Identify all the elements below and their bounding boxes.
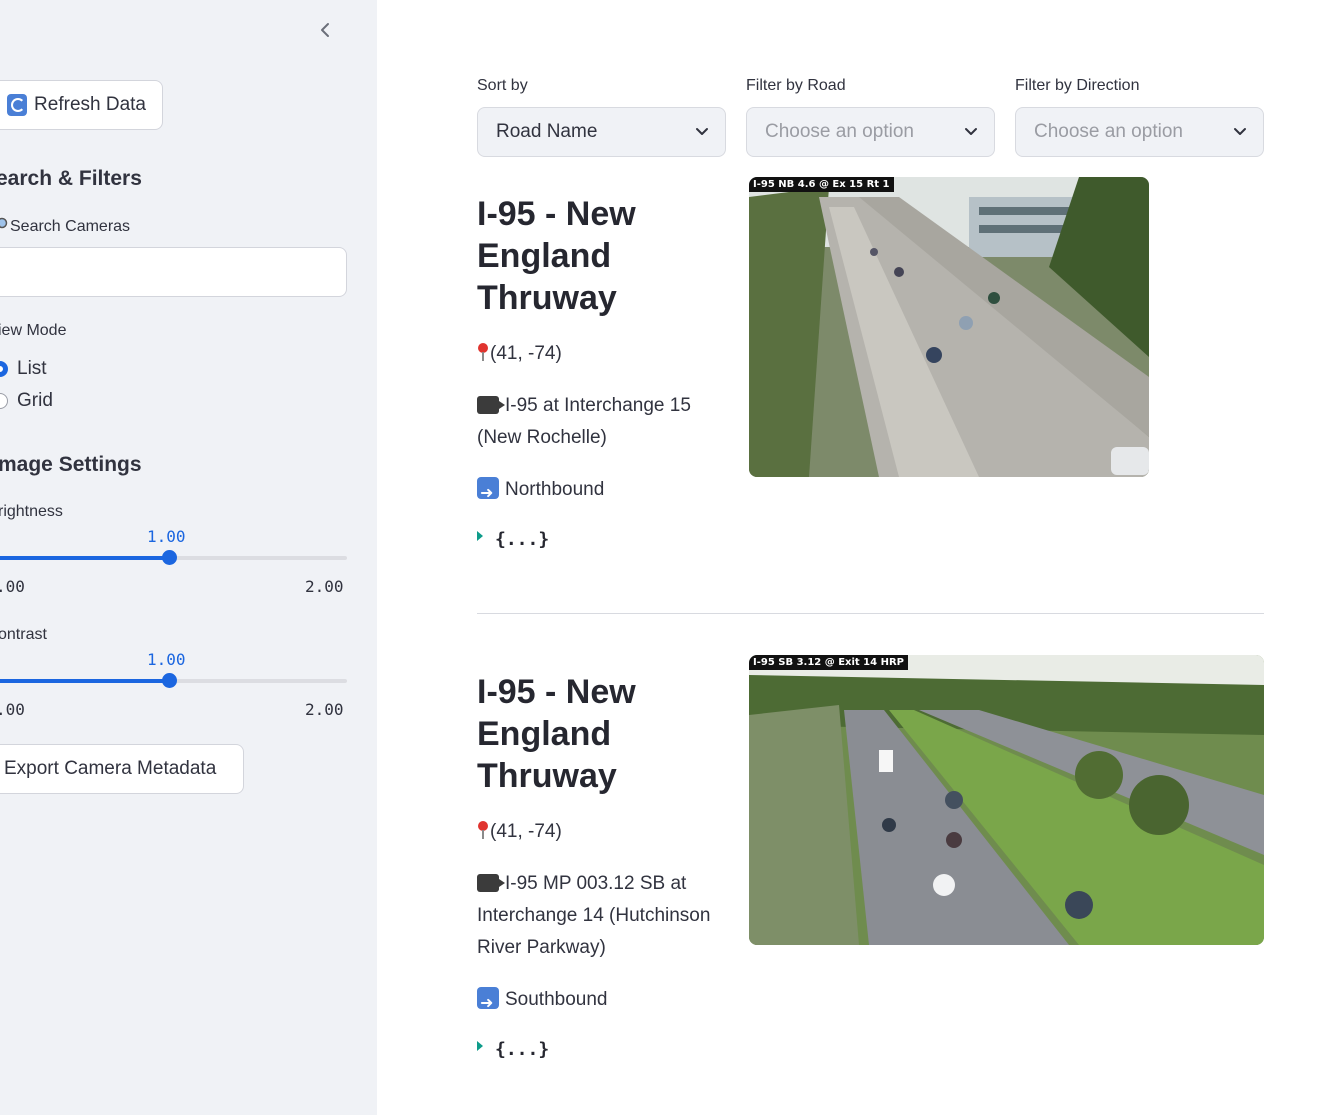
camera-title: I-95 - New England Thruway xyxy=(477,195,636,317)
chevron-down-icon xyxy=(961,122,981,142)
camera-coords: (41, -74) xyxy=(477,338,737,370)
contrast-thumb[interactable] xyxy=(161,673,177,688)
view-mode-list-option[interactable]: List xyxy=(0,358,47,380)
brightness-label: rightness xyxy=(0,503,63,520)
filter-direction-placeholder: Choose an option xyxy=(1034,121,1183,142)
contrast-fill xyxy=(0,679,169,683)
video-camera-icon xyxy=(477,396,499,414)
expand-triangle-icon[interactable] xyxy=(477,1040,483,1051)
camera-image: I-95 NB 4.6 @ Ex 15 Rt 1 xyxy=(749,177,1149,477)
search-cameras-label: Search Cameras xyxy=(0,217,130,236)
collapse-sidebar-button[interactable] xyxy=(313,18,337,42)
export-metadata-label: Export Camera Metadata xyxy=(4,758,217,779)
brightness-fill xyxy=(0,556,169,560)
json-expander[interactable]: {...} xyxy=(477,1039,549,1060)
main-content: Sort by Road Name Filter by Road Choose … xyxy=(377,0,1344,1115)
view-mode-grid-label: Grid xyxy=(17,390,53,411)
contrast-value: 1.00 xyxy=(147,650,186,669)
right-arrow-icon xyxy=(477,477,499,509)
filter-direction-select[interactable]: Choose an option xyxy=(1015,107,1264,157)
camera-overlay-label: I-95 SB 3.12 @ Exit 14 HRP xyxy=(749,655,908,670)
camera-title: I-95 - New England Thruway xyxy=(477,673,636,795)
video-camera-icon xyxy=(477,874,499,892)
camera-overlay-label: I-95 NB 4.6 @ Ex 15 Rt 1 xyxy=(749,177,894,192)
filter-road-label: Filter by Road xyxy=(746,77,846,94)
search-cameras-input[interactable] xyxy=(0,247,347,297)
brightness-min: .00 xyxy=(0,577,25,596)
filter-road-placeholder: Choose an option xyxy=(765,121,914,142)
json-expander[interactable]: {...} xyxy=(477,529,549,550)
contrast-max: 2.00 xyxy=(305,700,344,719)
filter-road-select[interactable]: Choose an option xyxy=(746,107,995,157)
radio-list-selected[interactable] xyxy=(0,361,8,377)
sort-by-select[interactable]: Road Name xyxy=(477,107,726,157)
chevron-down-icon xyxy=(1230,122,1250,142)
divider xyxy=(477,613,1264,614)
expand-triangle-icon[interactable] xyxy=(477,530,483,541)
view-mode-list-label: List xyxy=(17,358,47,379)
contrast-min: .00 xyxy=(0,700,25,719)
sidebar: Refresh Data earch & Filters Search Came… xyxy=(0,0,377,1115)
refresh-data-button[interactable]: Refresh Data xyxy=(0,80,163,130)
chevron-left-icon xyxy=(321,23,329,37)
camera-direction: Southbound xyxy=(477,984,737,1019)
image-settings-heading: mage Settings xyxy=(0,453,142,476)
json-preview: {...} xyxy=(495,1039,550,1060)
search-filters-heading: earch & Filters xyxy=(0,167,142,190)
brightness-max: 2.00 xyxy=(305,577,344,596)
brightness-value: 1.00 xyxy=(147,527,186,546)
camera-coords: (41, -74) xyxy=(477,816,737,848)
radio-grid[interactable] xyxy=(0,393,8,409)
contrast-label: ontrast xyxy=(0,626,47,643)
sort-by-value: Road Name xyxy=(496,121,598,142)
brightness-slider[interactable] xyxy=(0,550,347,565)
view-mode-label: iew Mode xyxy=(0,322,67,339)
pin-icon xyxy=(477,343,489,361)
json-preview: {...} xyxy=(495,529,550,550)
magnifier-icon xyxy=(0,217,8,229)
export-metadata-button[interactable]: Export Camera Metadata xyxy=(0,744,244,794)
camera-description: I-95 at Interchange 15 (New Rochelle) xyxy=(477,395,691,448)
contrast-slider[interactable] xyxy=(0,673,347,688)
camera-image: I-95 SB 3.12 @ Exit 14 HRP xyxy=(749,655,1264,945)
camera-direction: Northbound xyxy=(477,474,737,509)
chevron-down-icon xyxy=(692,122,712,142)
pin-icon xyxy=(477,821,489,839)
camera-description: I-95 MP 003.12 SB at Interchange 14 (Hut… xyxy=(477,873,711,958)
right-arrow-icon xyxy=(477,987,499,1019)
view-mode-grid-option[interactable]: Grid xyxy=(0,390,53,412)
filter-direction-label: Filter by Direction xyxy=(1015,77,1140,94)
refresh-data-label: Refresh Data xyxy=(34,94,146,115)
sort-by-label: Sort by xyxy=(477,77,528,94)
brightness-thumb[interactable] xyxy=(161,550,177,565)
refresh-icon xyxy=(7,94,28,116)
